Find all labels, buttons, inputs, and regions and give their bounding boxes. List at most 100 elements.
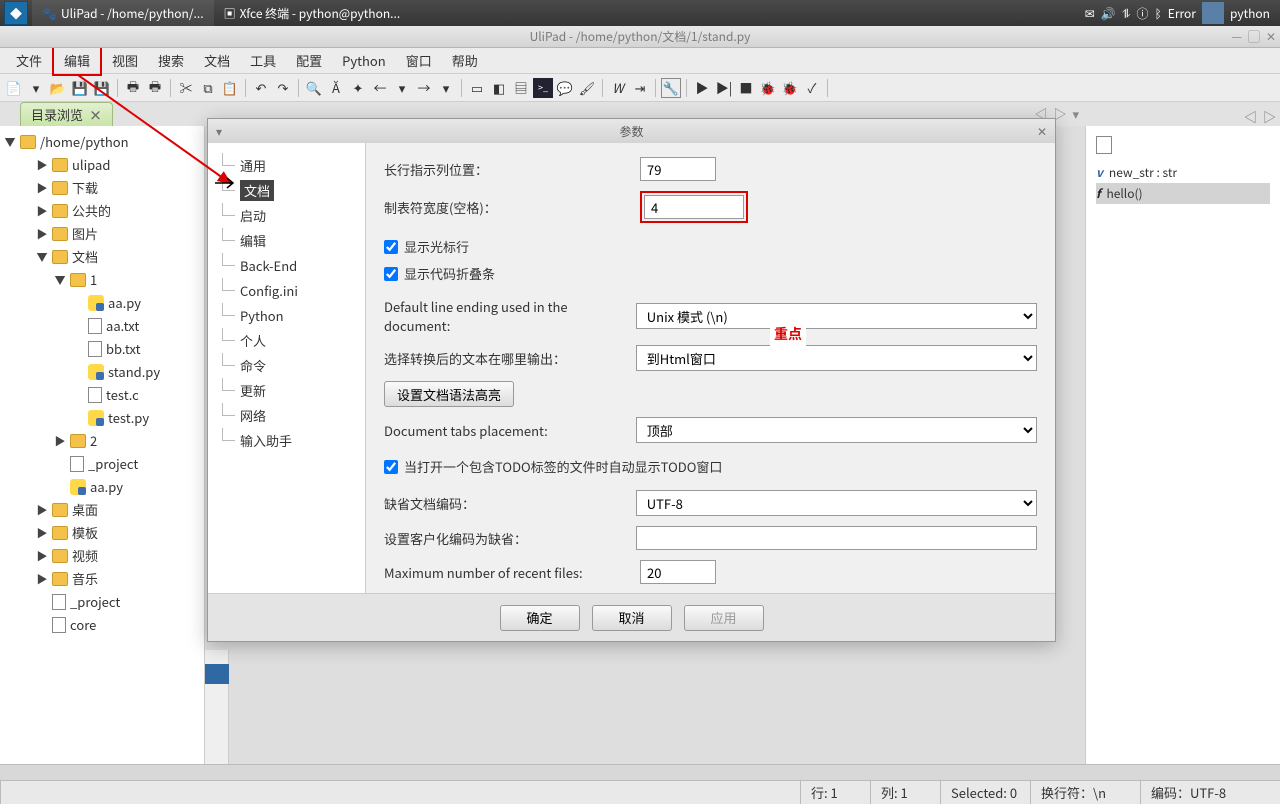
- redo-icon[interactable]: ↷: [273, 78, 293, 98]
- line-ending-select[interactable]: Unix 模式 (\n): [636, 303, 1037, 329]
- tree-item[interactable]: _project: [0, 452, 204, 475]
- tab-menu-icon[interactable]: ▾: [1072, 104, 1079, 123]
- expander-icon[interactable]: ▶: [36, 180, 48, 196]
- directory-browse-tab[interactable]: 目录浏览 ×: [20, 102, 113, 126]
- tree-item[interactable]: bb.txt: [0, 337, 204, 360]
- expander-icon[interactable]: ▶: [36, 525, 48, 541]
- new-file-icon[interactable]: 📄: [4, 78, 24, 98]
- tab-next-icon[interactable]: ▷: [1263, 107, 1276, 126]
- tree-item[interactable]: _project: [0, 590, 204, 613]
- tabs-placement-select[interactable]: 顶部: [636, 417, 1037, 443]
- settings-category-更新[interactable]: 更新: [212, 378, 361, 403]
- tree-item[interactable]: ▶下载: [0, 176, 204, 199]
- error-indicator[interactable]: Error: [1168, 5, 1196, 22]
- copy-icon[interactable]: ⧉: [198, 78, 218, 98]
- settings-category-命令[interactable]: 命令: [212, 353, 361, 378]
- tab-width-input[interactable]: [644, 195, 744, 219]
- taskbar-task-terminal[interactable]: ▣ Xfce 终端 - python@python...: [214, 0, 411, 26]
- back-icon[interactable]: ▾: [216, 123, 222, 140]
- expander-icon[interactable]: ▼: [4, 134, 16, 150]
- expander-icon[interactable]: ▶: [36, 226, 48, 242]
- info-icon[interactable]: ⓘ: [1137, 5, 1149, 22]
- find-icon[interactable]: 🔍: [304, 78, 324, 98]
- todo-checkbox[interactable]: [384, 460, 398, 474]
- tab-icon[interactable]: ⇥: [630, 78, 650, 98]
- expander-icon[interactable]: ▶: [36, 157, 48, 173]
- window-icon[interactable]: ▭: [467, 78, 487, 98]
- network-icon[interactable]: ⥮: [1122, 5, 1131, 22]
- volume-icon[interactable]: 🔊: [1101, 5, 1116, 22]
- default-encoding-select[interactable]: UTF-8: [636, 490, 1037, 516]
- show-cursor-checkbox[interactable]: [384, 240, 398, 254]
- tree-item[interactable]: test.py: [0, 406, 204, 429]
- settings-category-通用[interactable]: 通用: [212, 153, 361, 178]
- close-icon[interactable]: ✕: [1266, 28, 1276, 45]
- user-avatar-icon[interactable]: [1202, 2, 1224, 24]
- record-icon[interactable]: 🐞: [758, 78, 778, 98]
- expander-icon[interactable]: ▼: [54, 272, 66, 288]
- tree-item[interactable]: aa.py: [0, 291, 204, 314]
- tree-item[interactable]: ▶图片: [0, 222, 204, 245]
- save-icon[interactable]: 💾: [70, 78, 90, 98]
- menu-搜索[interactable]: 搜索: [148, 47, 194, 74]
- back-icon[interactable]: ←: [370, 78, 390, 98]
- expander-icon[interactable]: ▶: [36, 502, 48, 518]
- tool-icon[interactable]: 🔧: [661, 78, 681, 98]
- tree-item[interactable]: ▶公共的: [0, 199, 204, 222]
- tree-item[interactable]: aa.py: [0, 475, 204, 498]
- tree-item[interactable]: ▶音乐: [0, 567, 204, 590]
- tree-item[interactable]: ▶ulipad: [0, 153, 204, 176]
- settings-category-输入助手[interactable]: 输入助手: [212, 428, 361, 453]
- tree-item[interactable]: ▶模板: [0, 521, 204, 544]
- dropdown-icon[interactable]: ▾: [26, 78, 46, 98]
- settings-category-Python[interactable]: Python: [212, 303, 361, 328]
- expander-icon[interactable]: ▶: [36, 203, 48, 219]
- menu-Python[interactable]: Python: [332, 47, 396, 74]
- bluetooth-icon[interactable]: ᛒ: [1155, 5, 1162, 22]
- tree-root-label[interactable]: /home/python: [40, 132, 129, 151]
- sidebar-icon[interactable]: ◧: [489, 78, 509, 98]
- tree-item[interactable]: ▶桌面: [0, 498, 204, 521]
- play-icon[interactable]: ▶: [692, 78, 712, 98]
- tree-item[interactable]: stand.py: [0, 360, 204, 383]
- brush-icon[interactable]: 🖌: [577, 78, 597, 98]
- menu-窗口[interactable]: 窗口: [396, 47, 442, 74]
- mail-icon[interactable]: ✉: [1085, 5, 1095, 22]
- tree-item[interactable]: test.c: [0, 383, 204, 406]
- dropdown-icon[interactable]: ▾: [392, 78, 412, 98]
- panel-icon[interactable]: ▤: [511, 78, 531, 98]
- username[interactable]: python: [1230, 5, 1270, 22]
- step-icon[interactable]: ▶|: [714, 78, 734, 98]
- undo-icon[interactable]: ↶: [251, 78, 271, 98]
- dropdown-icon[interactable]: ▾: [436, 78, 456, 98]
- tree-item[interactable]: ▼文档: [0, 245, 204, 268]
- settings-category-编辑[interactable]: 编辑: [212, 228, 361, 253]
- forward-icon[interactable]: →: [414, 78, 434, 98]
- taskbar-task-ulipad[interactable]: 🐾 UliPad - /home/python/...: [32, 0, 214, 26]
- minimize-icon[interactable]: —: [1231, 28, 1242, 45]
- tab-prev-icon[interactable]: ◁: [1244, 107, 1257, 126]
- wrap-icon[interactable]: W: [608, 78, 628, 98]
- stop-icon[interactable]: ■: [736, 78, 756, 98]
- expander-icon[interactable]: ▶: [36, 571, 48, 587]
- find-files-icon[interactable]: ✦: [348, 78, 368, 98]
- cancel-button[interactable]: 取消: [592, 605, 672, 631]
- maximize-icon[interactable]: ▢: [1248, 28, 1260, 45]
- expander-icon[interactable]: ▶: [36, 548, 48, 564]
- print-icon[interactable]: 🖶: [123, 78, 143, 98]
- menu-文档[interactable]: 文档: [194, 47, 240, 74]
- settings-category-个人[interactable]: 个人: [212, 328, 361, 353]
- recent-files-input[interactable]: [640, 560, 716, 584]
- symbol-variable[interactable]: v new_str : str: [1096, 162, 1270, 183]
- shell-icon[interactable]: >_: [533, 78, 553, 98]
- menu-工具[interactable]: 工具: [240, 47, 286, 74]
- check-icon[interactable]: ✓: [802, 78, 822, 98]
- tree-item[interactable]: core: [0, 613, 204, 636]
- print-preview-icon[interactable]: 🖶: [145, 78, 165, 98]
- settings-category-Config.ini[interactable]: Config.ini: [212, 278, 361, 303]
- replace-icon[interactable]: Ă: [326, 78, 346, 98]
- expander-icon[interactable]: ▶: [54, 433, 66, 449]
- ok-button[interactable]: 确定: [500, 605, 580, 631]
- menu-文件[interactable]: 文件: [6, 47, 52, 74]
- menu-配置[interactable]: 配置: [286, 47, 332, 74]
